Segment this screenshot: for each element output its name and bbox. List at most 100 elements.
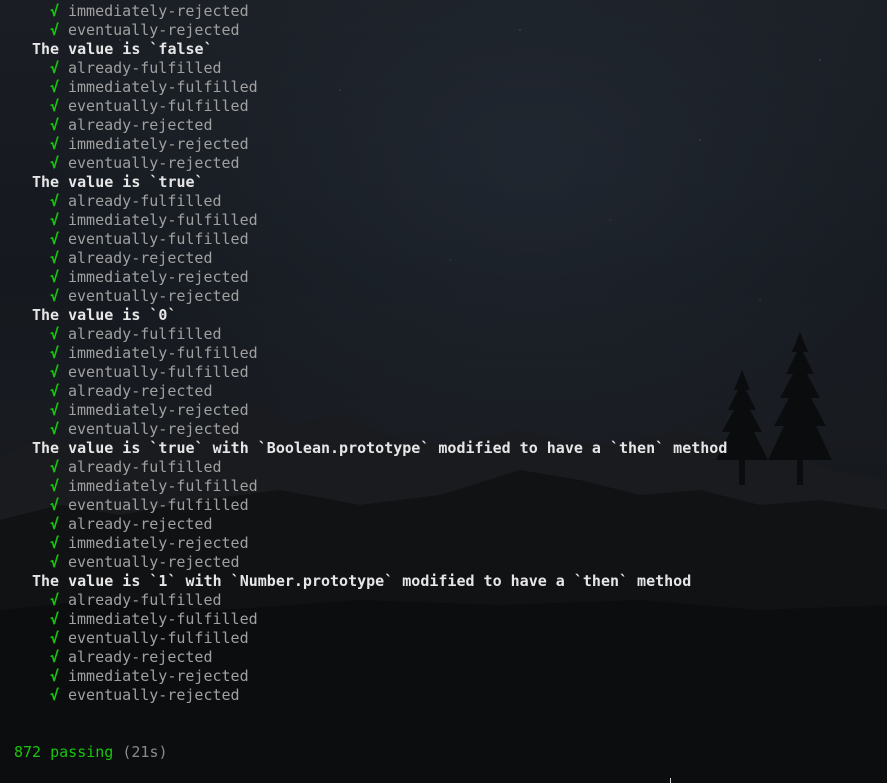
check-icon: √ [50, 553, 60, 571]
check-icon: √ [50, 610, 60, 628]
test-name: immediately-rejected [68, 268, 249, 286]
test-name: already-fulfilled [68, 192, 222, 210]
test-result: √ immediately-rejected [0, 268, 887, 287]
test-result: √ immediately-fulfilled [0, 344, 887, 363]
check-icon: √ [50, 78, 60, 96]
test-name: eventually-fulfilled [68, 629, 249, 647]
check-icon: √ [50, 515, 60, 533]
test-result: √ immediately-fulfilled [0, 610, 887, 629]
test-name: eventually-fulfilled [68, 363, 249, 381]
test-name: already-rejected [68, 648, 213, 666]
test-result: √ eventually-rejected [0, 686, 887, 705]
check-icon: √ [50, 477, 60, 495]
test-summary: 872 passing (21s) [14, 743, 168, 762]
test-result: √ eventually-fulfilled [0, 97, 887, 116]
check-icon: √ [50, 401, 60, 419]
check-icon: √ [50, 116, 60, 134]
test-result: √ eventually-fulfilled [0, 496, 887, 515]
check-icon: √ [50, 496, 60, 514]
test-name: immediately-fulfilled [68, 477, 258, 495]
check-icon: √ [50, 230, 60, 248]
test-result: √ eventually-rejected [0, 287, 887, 306]
test-name: eventually-fulfilled [68, 97, 249, 115]
mouse-cursor [670, 778, 671, 783]
test-name: immediately-fulfilled [68, 610, 258, 628]
check-icon: √ [50, 534, 60, 552]
suite-title: The value is `0` [32, 306, 177, 324]
test-duration: (21s) [122, 743, 168, 761]
test-name: eventually-rejected [68, 287, 240, 305]
test-result: √ already-rejected [0, 382, 887, 401]
suite-title: The value is `1` with `Number.prototype`… [32, 572, 692, 590]
test-result: √ immediately-rejected [0, 534, 887, 553]
test-name: already-rejected [68, 515, 213, 533]
check-icon: √ [50, 154, 60, 172]
test-result: √ eventually-rejected [0, 420, 887, 439]
test-result: √ already-fulfilled [0, 59, 887, 78]
test-result: √ eventually-fulfilled [0, 230, 887, 249]
test-name: already-fulfilled [68, 59, 222, 77]
test-name: already-rejected [68, 249, 213, 267]
test-name: already-fulfilled [68, 325, 222, 343]
test-name: eventually-rejected [68, 686, 240, 704]
check-icon: √ [50, 59, 60, 77]
test-name: eventually-rejected [68, 21, 240, 39]
check-icon: √ [50, 97, 60, 115]
check-icon: √ [50, 667, 60, 685]
test-result: √ immediately-fulfilled [0, 78, 887, 97]
test-result: √ eventually-fulfilled [0, 363, 887, 382]
check-icon: √ [50, 2, 60, 20]
test-name: already-rejected [68, 382, 213, 400]
test-result: √ immediately-fulfilled [0, 211, 887, 230]
test-result: √ eventually-rejected [0, 154, 887, 173]
test-name: eventually-fulfilled [68, 230, 249, 248]
test-result: √ already-fulfilled [0, 325, 887, 344]
check-icon: √ [50, 135, 60, 153]
check-icon: √ [50, 591, 60, 609]
test-suites: The value is `false` √ already-fulfilled √ i… [0, 40, 887, 705]
test-name: already-fulfilled [68, 591, 222, 609]
check-icon: √ [50, 458, 60, 476]
test-name: eventually-fulfilled [68, 496, 249, 514]
check-icon: √ [50, 21, 60, 39]
passing-count: 872 passing [14, 743, 114, 761]
test-name: already-rejected [68, 116, 213, 134]
check-icon: √ [50, 629, 60, 647]
test-result: √ immediately-fulfilled [0, 477, 887, 496]
suite-title: The value is `true` with `Boolean.protot… [32, 439, 728, 457]
test-name: immediately-rejected [68, 135, 249, 153]
check-icon: √ [50, 420, 60, 438]
test-name: immediately-fulfilled [68, 211, 258, 229]
test-result: √ already-fulfilled [0, 458, 887, 477]
test-result: √ eventually-fulfilled [0, 629, 887, 648]
test-name: immediately-fulfilled [68, 78, 258, 96]
check-icon: √ [50, 648, 60, 666]
test-result: √ immediately-rejected [0, 667, 887, 686]
test-name: immediately-rejected [68, 401, 249, 419]
suite-title: The value is `false` [32, 40, 213, 58]
test-result: √ immediately-rejected [0, 2, 887, 21]
check-icon: √ [50, 686, 60, 704]
test-name: immediately-rejected [68, 534, 249, 552]
check-icon: √ [50, 287, 60, 305]
test-result: √ immediately-rejected [0, 135, 887, 154]
check-icon: √ [50, 211, 60, 229]
test-name: eventually-rejected [68, 553, 240, 571]
test-result: √ already-rejected [0, 648, 887, 667]
test-result: √ immediately-rejected [0, 401, 887, 420]
test-name: immediately-rejected [68, 667, 249, 685]
check-icon: √ [50, 268, 60, 286]
check-icon: √ [50, 325, 60, 343]
check-icon: √ [50, 363, 60, 381]
test-name: eventually-rejected [68, 154, 240, 172]
check-icon: √ [50, 192, 60, 210]
check-icon: √ [50, 344, 60, 362]
check-icon: √ [50, 382, 60, 400]
terminal-output: √ immediately-rejected √ eventually-rejecte… [0, 2, 887, 705]
leading-tests: √ immediately-rejected √ eventually-rejecte… [0, 2, 887, 40]
test-result: √ already-rejected [0, 249, 887, 268]
test-result: √ eventually-rejected [0, 21, 887, 40]
test-result: √ already-fulfilled [0, 591, 887, 610]
suite-title: The value is `true` [32, 173, 204, 191]
test-result: √ already-rejected [0, 515, 887, 534]
